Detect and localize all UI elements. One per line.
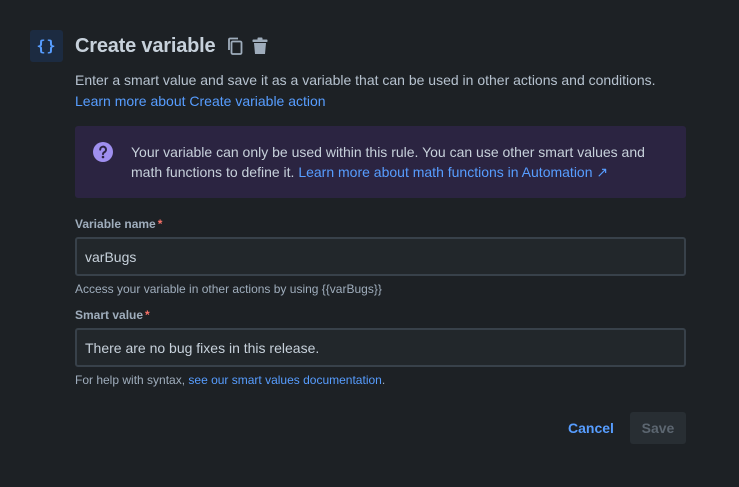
create-variable-panel: {} Create variable Enter a smart value a… <box>0 0 739 487</box>
trash-icon[interactable] <box>250 36 270 56</box>
header: {} Create variable <box>30 30 270 62</box>
note-text-block: Your variable can only be used within th… <box>131 142 668 182</box>
variable-name-input[interactable] <box>85 248 676 265</box>
variable-name-label: Variable name * <box>75 217 162 231</box>
smart-value-label-text: Smart value <box>75 308 144 322</box>
save-button[interactable]: Save <box>630 412 686 444</box>
smart-value-hint-prefix: For help with syntax, <box>75 373 186 387</box>
variable-name-field[interactable] <box>75 237 686 276</box>
smart-values-docs-link[interactable]: see our smart values documentation <box>188 373 381 387</box>
description: Enter a smart value and save it as a var… <box>75 70 695 112</box>
variable-name-label-text: Variable name <box>75 217 156 231</box>
page-title: Create variable <box>75 34 216 57</box>
variable-braces-icon: {} <box>30 30 63 62</box>
required-mark: * <box>145 308 150 322</box>
smart-value-label: Smart value * <box>75 308 150 322</box>
question-circle-icon <box>93 142 113 162</box>
math-functions-link[interactable]: Learn more about math functions in Autom… <box>298 164 608 180</box>
copy-icon[interactable] <box>225 36 245 56</box>
variable-name-hint: Access your variable in other actions by… <box>75 282 382 296</box>
smart-value-hint: For help with syntax, see our smart valu… <box>75 373 385 387</box>
smart-value-field[interactable] <box>75 328 686 367</box>
math-functions-link-label: Learn more about math functions in Autom… <box>298 164 593 180</box>
smart-value-hint-suffix: . <box>381 373 386 387</box>
cancel-button[interactable]: Cancel <box>560 412 622 444</box>
external-link-icon: ↗ <box>596 164 609 180</box>
smart-value-input[interactable] <box>85 339 676 356</box>
create-variable-docs-link[interactable]: Learn more about Create variable action <box>75 93 326 109</box>
info-note: Your variable can only be used within th… <box>75 126 686 198</box>
description-text: Enter a smart value and save it as a var… <box>75 72 656 88</box>
required-mark: * <box>157 217 163 231</box>
